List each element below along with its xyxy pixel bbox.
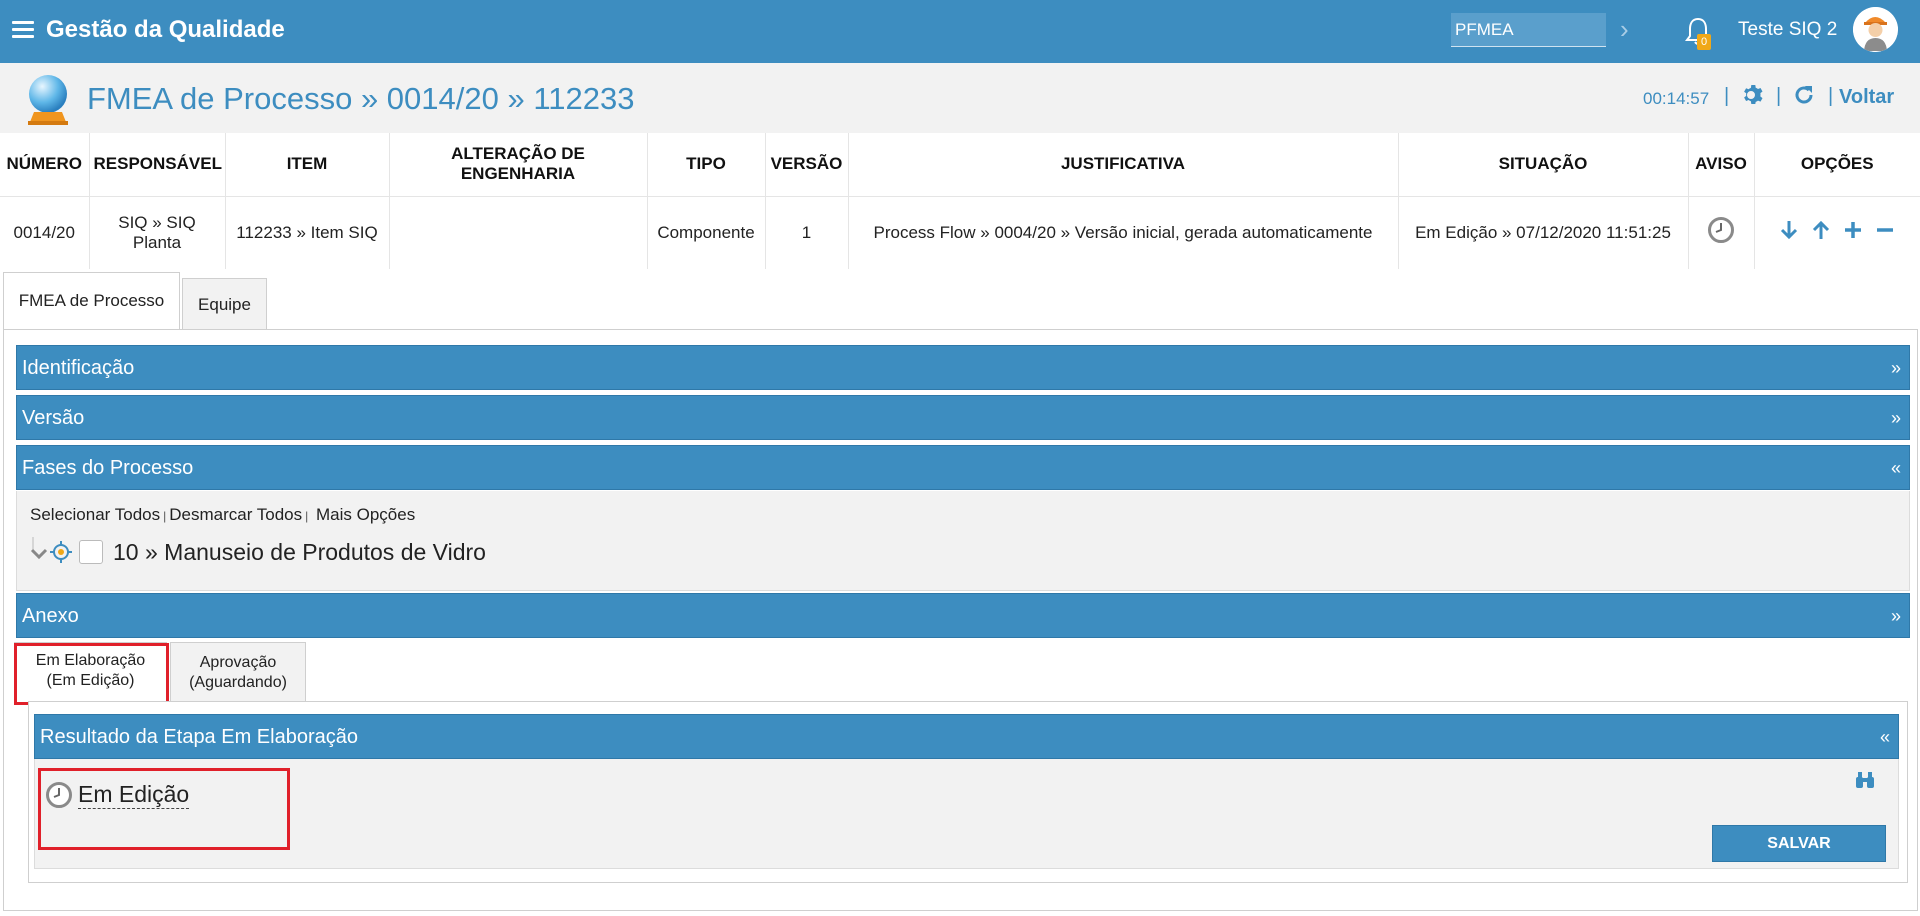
avatar[interactable] bbox=[1853, 7, 1898, 52]
back-link[interactable]: Voltar bbox=[1839, 86, 1894, 109]
panel-identificacao[interactable]: Identificação » bbox=[16, 345, 1910, 390]
cell-situacao: Em Edição » 07/12/2020 11:51:25 bbox=[1398, 196, 1689, 269]
tab-aprovacao[interactable]: Aprovação (Aguardando) bbox=[170, 642, 306, 702]
expand-icon[interactable]: » bbox=[1891, 346, 1901, 390]
table-header-row: NÚMERO RESPONSÁVEL ITEM ALTERAÇÃO DE ENG… bbox=[0, 133, 1920, 197]
panel-resultado-etapa[interactable]: Resultado da Etapa Em Elaboração « bbox=[34, 714, 1899, 759]
column-header: ALTERAÇÃO DE ENGENHARIA bbox=[389, 133, 648, 197]
cell-numero: 0014/20 bbox=[0, 196, 90, 269]
fases-content: Selecionar Todos | Desmarcar Todos | Mais O… bbox=[16, 491, 1910, 591]
target-icon bbox=[50, 541, 72, 563]
cell-aviso bbox=[1688, 196, 1755, 269]
expand-icon[interactable]: » bbox=[1891, 396, 1901, 440]
panel-title: Identificação bbox=[22, 357, 135, 379]
fmea-info-table: NÚMERO RESPONSÁVEL ITEM ALTERAÇÃO DE ENG… bbox=[0, 133, 1920, 269]
tab-label-line: (Aguardando) bbox=[189, 674, 287, 691]
separator: | bbox=[1828, 85, 1834, 107]
column-header: NÚMERO bbox=[0, 133, 90, 197]
column-header: ITEM bbox=[225, 133, 390, 197]
expand-icon[interactable]: » bbox=[1891, 594, 1901, 638]
notification-badge: 0 bbox=[1697, 34, 1711, 50]
clock-icon[interactable] bbox=[1707, 216, 1735, 244]
menu-icon[interactable] bbox=[12, 21, 34, 39]
arrow-down-icon[interactable] bbox=[1779, 219, 1799, 241]
column-header: AVISO bbox=[1688, 133, 1755, 197]
tab-equipe[interactable]: Equipe bbox=[182, 278, 267, 330]
cell-opcoes bbox=[1754, 196, 1920, 269]
minus-icon[interactable] bbox=[1875, 220, 1895, 240]
tab-content: Identificação » Versão » Fases do Proces… bbox=[3, 329, 1918, 911]
binoculars-icon[interactable] bbox=[1854, 769, 1876, 791]
panel-versao[interactable]: Versão » bbox=[16, 395, 1910, 440]
deselect-all-link[interactable]: Desmarcar Todos bbox=[169, 505, 302, 524]
collapse-icon[interactable]: « bbox=[1880, 715, 1890, 759]
column-header: SITUAÇÃO bbox=[1398, 133, 1689, 197]
select-all-link[interactable]: Selecionar Todos bbox=[30, 505, 160, 524]
search-input[interactable] bbox=[1451, 13, 1606, 47]
collapse-icon[interactable]: « bbox=[1891, 446, 1901, 490]
tree-expand-icon[interactable] bbox=[29, 537, 49, 567]
phase-label: 10 » Manuseio de Produtos de Vidro bbox=[113, 538, 486, 565]
crystal-ball-icon bbox=[28, 75, 68, 125]
plus-icon[interactable] bbox=[1843, 220, 1863, 240]
panel-anexo[interactable]: Anexo » bbox=[16, 593, 1910, 638]
page-header: FMEA de Processo » 0014/20 » 112233 00:1… bbox=[0, 63, 1920, 133]
panel-title: Fases do Processo bbox=[22, 457, 194, 479]
separator: | bbox=[1776, 85, 1782, 107]
separator: | bbox=[305, 509, 309, 523]
tree-item: 10 » Manuseio de Produtos de Vidro bbox=[29, 537, 486, 567]
tab-fmea-processo[interactable]: FMEA de Processo bbox=[3, 272, 180, 330]
cell-justificativa: Process Flow » 0004/20 » Versão inicial,… bbox=[848, 196, 1399, 269]
status-link[interactable]: Em Edição bbox=[78, 781, 190, 809]
tab-em-elaboracao[interactable]: Em Elaboração (Em Edição) bbox=[14, 642, 167, 702]
user-avatar-icon bbox=[1853, 7, 1898, 52]
workflow-tab-content: Resultado da Etapa Em Elaboração « Em Ed… bbox=[28, 701, 1908, 883]
cell-tipo: Componente bbox=[647, 196, 766, 269]
column-header: JUSTIFICATIVA bbox=[848, 133, 1399, 197]
session-timer: 00:14:57 bbox=[1643, 89, 1710, 108]
tab-label-line: (Em Edição) bbox=[46, 672, 135, 689]
resultado-content: Em Edição SALVAR bbox=[34, 759, 1899, 869]
top-bar: Gestão da Qualidade › 0 Teste SIQ 2 bbox=[0, 0, 1920, 63]
column-header: VERSÃO bbox=[765, 133, 849, 197]
gear-icon[interactable] bbox=[1741, 83, 1765, 107]
column-header: OPÇÕES bbox=[1754, 133, 1920, 197]
user-name[interactable]: Teste SIQ 2 bbox=[1738, 19, 1837, 41]
fases-actions: Selecionar Todos | Desmarcar Todos | Mais O… bbox=[30, 505, 415, 525]
save-button[interactable]: SALVAR bbox=[1712, 825, 1886, 862]
column-header: RESPONSÁVEL bbox=[89, 133, 226, 197]
cell-alteracao bbox=[389, 196, 648, 269]
main-tabs: FMEA de Processo Equipe bbox=[0, 270, 1920, 330]
tab-label-line: Em Elaboração bbox=[35, 652, 146, 669]
panel-title: Versão bbox=[22, 407, 85, 429]
refresh-icon[interactable] bbox=[1792, 83, 1816, 107]
column-header: TIPO bbox=[647, 133, 766, 197]
panel-fases-processo[interactable]: Fases do Processo « bbox=[16, 445, 1910, 490]
phase-checkbox[interactable] bbox=[79, 540, 103, 564]
chevron-right-icon[interactable]: › bbox=[1620, 15, 1642, 43]
page-title: FMEA de Processo » 0014/20 » 112233 bbox=[87, 81, 635, 116]
more-options-link[interactable]: Mais Opções bbox=[316, 505, 415, 524]
table-row: 0014/20 SIQ » SIQ Planta 112233 » Item S… bbox=[0, 196, 1920, 269]
panel-title: Anexo bbox=[22, 605, 79, 627]
cell-responsavel: SIQ » SIQ Planta bbox=[89, 196, 226, 269]
cell-versao: 1 bbox=[765, 196, 849, 269]
tab-label-line: Aprovação bbox=[199, 654, 277, 671]
status-row: Em Edição bbox=[45, 781, 190, 809]
panel-title: Resultado da Etapa Em Elaboração bbox=[40, 726, 358, 748]
separator: | bbox=[1724, 85, 1730, 107]
arrow-up-icon[interactable] bbox=[1811, 219, 1831, 241]
app-title: Gestão da Qualidade bbox=[46, 16, 285, 43]
cell-item: 112233 » Item SIQ bbox=[225, 196, 390, 269]
separator: | bbox=[163, 509, 167, 523]
clock-icon bbox=[46, 782, 72, 808]
